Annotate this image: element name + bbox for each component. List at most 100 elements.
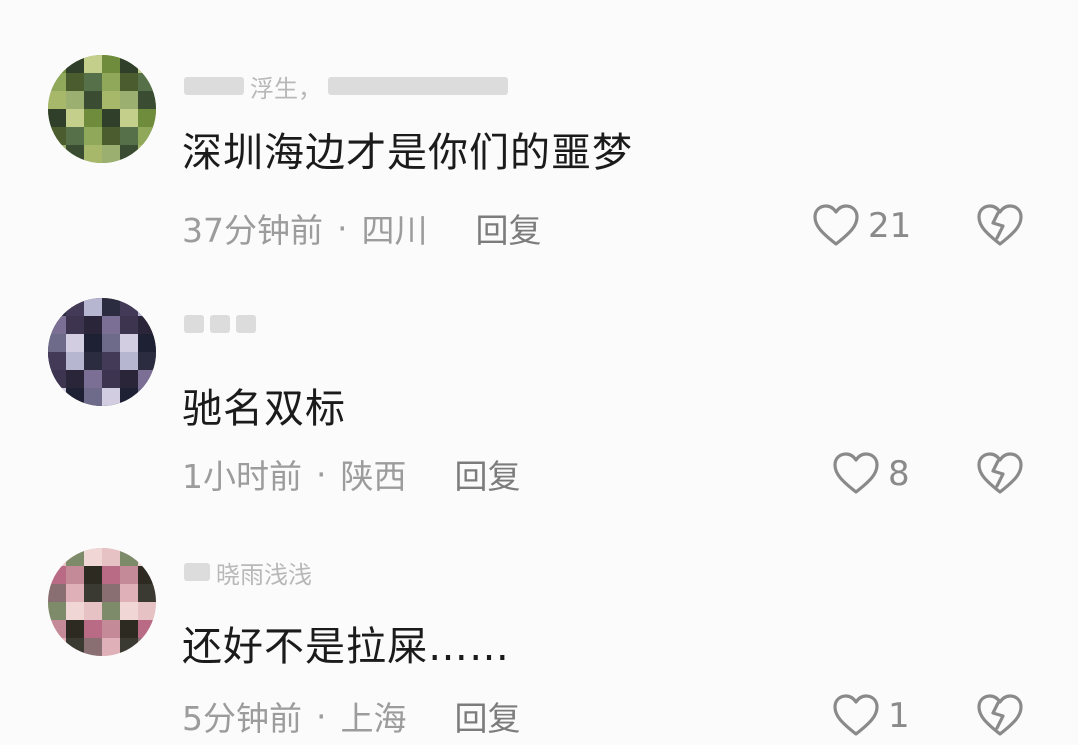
avatar-pixel bbox=[120, 316, 138, 334]
username[interactable]: 晓雨浅浅 bbox=[184, 559, 312, 589]
avatar-pixel bbox=[66, 109, 84, 127]
avatar-pixel bbox=[102, 73, 120, 91]
avatar-pixel bbox=[120, 548, 138, 566]
avatar-pixel bbox=[84, 566, 102, 584]
avatar-pixel bbox=[84, 620, 102, 638]
username-blur bbox=[328, 77, 508, 95]
avatar-pixel bbox=[48, 127, 66, 145]
avatar-pixel bbox=[84, 584, 102, 602]
avatar-pixel bbox=[138, 566, 156, 584]
avatar-pixel bbox=[138, 91, 156, 109]
like-button[interactable]: 21 bbox=[812, 204, 911, 248]
avatar-pixel bbox=[102, 55, 120, 73]
avatar-pixel bbox=[84, 91, 102, 109]
avatar-pixel bbox=[66, 388, 84, 406]
comment-location: 上海 bbox=[340, 699, 407, 738]
avatar-pixel bbox=[138, 370, 156, 388]
comment-meta: 37分钟前 · 四川 回复 bbox=[182, 204, 542, 252]
avatar-pixel bbox=[120, 73, 138, 91]
avatar-pixel bbox=[66, 620, 84, 638]
avatar-pixel bbox=[66, 638, 84, 656]
avatar-pixel bbox=[102, 566, 120, 584]
comment-item: 驰名双标 1小时前 · 陕西 回复 8 bbox=[0, 248, 1078, 496]
avatar-pixel bbox=[84, 145, 102, 163]
username-text: 晓雨浅浅 bbox=[216, 560, 312, 589]
avatar-pixel bbox=[84, 298, 102, 316]
username[interactable] bbox=[184, 311, 262, 337]
avatar-pixel bbox=[66, 370, 84, 388]
dislike-button[interactable] bbox=[976, 204, 1024, 248]
comment-item: 晓雨浅浅 还好不是拉屎…… 5分钟前 · 上海 回复 1 bbox=[0, 496, 1078, 738]
avatar-pixel bbox=[84, 388, 102, 406]
avatar-pixel bbox=[138, 298, 156, 316]
avatar-pixel bbox=[48, 638, 66, 656]
avatar-pixel bbox=[138, 73, 156, 91]
username-blur bbox=[210, 315, 230, 333]
avatar-pixel bbox=[138, 620, 156, 638]
username-text: 浮生， bbox=[250, 74, 322, 103]
comment-time: 1小时前 bbox=[182, 457, 302, 496]
avatar[interactable] bbox=[48, 548, 156, 656]
avatar-pixel bbox=[138, 334, 156, 352]
avatar-pixel bbox=[120, 602, 138, 620]
reply-button[interactable]: 回复 bbox=[455, 692, 521, 740]
comment-meta: 5分钟前 · 上海 回复 bbox=[182, 692, 521, 740]
avatar-pixel bbox=[66, 352, 84, 370]
avatar-pixel bbox=[84, 73, 102, 91]
avatar-pixel bbox=[120, 370, 138, 388]
heart-icon bbox=[832, 694, 880, 738]
username-blur bbox=[236, 315, 256, 333]
avatar-pixel bbox=[102, 584, 120, 602]
avatar-pixel bbox=[48, 584, 66, 602]
avatar-pixel bbox=[48, 298, 66, 316]
avatar-pixel bbox=[102, 602, 120, 620]
heart-icon bbox=[812, 204, 860, 248]
avatar-pixel bbox=[120, 127, 138, 145]
avatar-pixel bbox=[120, 638, 138, 656]
avatar-pixel bbox=[138, 602, 156, 620]
avatar-pixel bbox=[48, 352, 66, 370]
avatar-pixel bbox=[66, 55, 84, 73]
avatar-pixel bbox=[84, 602, 102, 620]
avatar-pixel bbox=[102, 334, 120, 352]
comment-time: 5分钟前 bbox=[182, 699, 302, 738]
avatar-pixel bbox=[138, 548, 156, 566]
avatar-pixel bbox=[66, 548, 84, 566]
comment-time: 37分钟前 bbox=[182, 211, 323, 250]
avatar-pixel bbox=[66, 566, 84, 584]
username-blur bbox=[184, 315, 204, 333]
avatar-pixel bbox=[102, 91, 120, 109]
avatar[interactable] bbox=[48, 298, 156, 406]
avatar-pixel bbox=[48, 91, 66, 109]
avatar-pixel bbox=[48, 548, 66, 566]
avatar-pixel bbox=[120, 298, 138, 316]
reply-button[interactable]: 回复 bbox=[455, 450, 521, 498]
comment-location: 四川 bbox=[361, 211, 428, 250]
avatar-pixel bbox=[120, 55, 138, 73]
heart-icon bbox=[832, 452, 880, 496]
avatar-pixel bbox=[138, 55, 156, 73]
dislike-button[interactable] bbox=[976, 452, 1024, 496]
like-count: 21 bbox=[868, 206, 912, 246]
avatar[interactable] bbox=[48, 55, 156, 163]
avatar-pixel bbox=[66, 316, 84, 334]
avatar-pixel bbox=[102, 127, 120, 145]
avatar-pixel bbox=[120, 584, 138, 602]
reply-button[interactable]: 回复 bbox=[476, 204, 542, 252]
separator-dot: · bbox=[316, 454, 327, 494]
avatar-pixel bbox=[120, 145, 138, 163]
like-button[interactable]: 1 bbox=[832, 694, 910, 738]
dislike-button[interactable] bbox=[976, 694, 1024, 738]
avatar-pixel bbox=[102, 298, 120, 316]
comment-text: 还好不是拉屎…… bbox=[182, 624, 510, 670]
avatar-pixel bbox=[48, 388, 66, 406]
username[interactable]: 浮生， bbox=[184, 73, 508, 103]
avatar-pixel bbox=[84, 316, 102, 334]
avatar-pixel bbox=[84, 109, 102, 127]
like-button[interactable]: 8 bbox=[832, 452, 910, 496]
avatar-pixel bbox=[138, 638, 156, 656]
avatar-pixel bbox=[102, 638, 120, 656]
avatar-pixel bbox=[84, 548, 102, 566]
username-blur bbox=[184, 77, 244, 95]
avatar-pixel bbox=[48, 602, 66, 620]
